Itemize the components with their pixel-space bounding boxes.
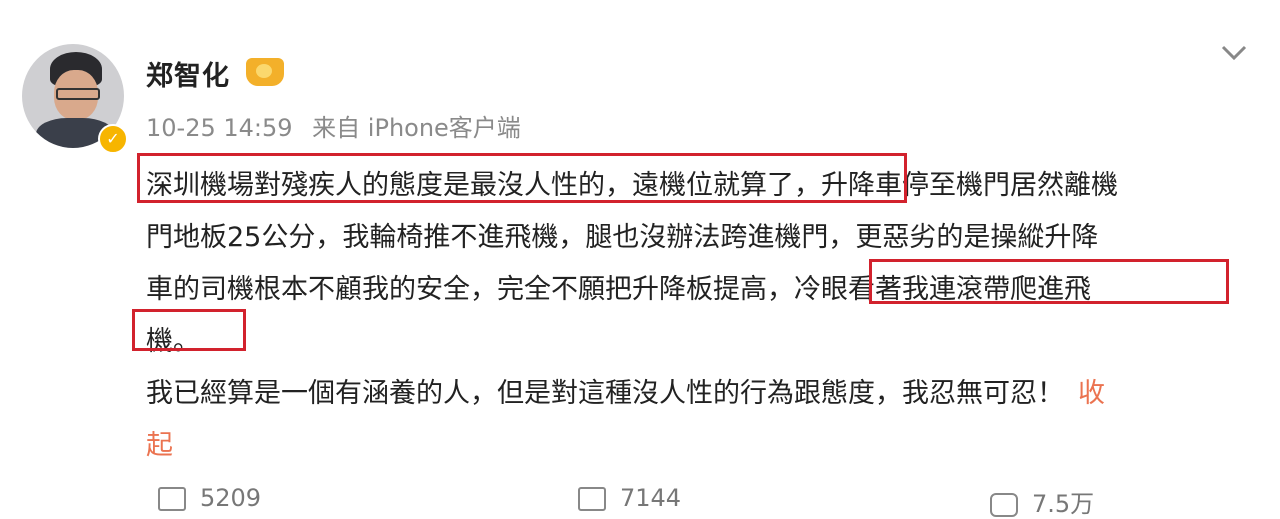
like-button[interactable]: 7.5万 [990, 484, 1094, 519]
verified-badge-icon: ✓ [98, 124, 128, 154]
crown-icon[interactable] [246, 58, 284, 86]
collapse-link[interactable]: 收 [1078, 378, 1105, 409]
post-meta: 10-25 14:59 来自 iPhone客户端 [146, 108, 521, 143]
comment-count: 7144 [620, 484, 682, 512]
repost-button[interactable]: 5209 [158, 484, 261, 512]
repost-count: 5209 [200, 484, 262, 512]
post-line-2: 門地板25公分，我輪椅推不進飛機，腿也沒辦法跨進機門，更惡劣的是操縱升降 [146, 222, 1099, 253]
post-time[interactable]: 10-25 14:59 [146, 114, 293, 142]
thumbs-up-icon [990, 493, 1018, 517]
comment-button[interactable]: 7144 [578, 484, 681, 512]
highlight-box-1 [137, 153, 907, 203]
weibo-post-card: ✓ 郑智化 10-25 14:59 来自 iPhone客户端 深圳機場對殘疾人的… [0, 0, 1280, 518]
chevron-down-icon[interactable] [1220, 40, 1248, 61]
highlight-box-2 [869, 259, 1229, 304]
action-bar: 5209 7144 7.5万 [0, 484, 1280, 518]
post-source: 来自 iPhone客户端 [312, 114, 521, 142]
highlight-box-3 [132, 309, 246, 351]
collapse-link-continued[interactable]: 起 [146, 420, 173, 472]
post-line-5-text: 我已經算是一個有涵養的人，但是對這種沒人性的行為跟態度，我忍無可忍！ [146, 378, 1064, 409]
collapse-link-part2[interactable]: 起 [146, 430, 173, 461]
avatar-glasses [56, 88, 100, 100]
like-count: 7.5万 [1032, 490, 1095, 518]
author-name[interactable]: 郑智化 [146, 54, 230, 93]
post-line-5: 我已經算是一個有涵養的人，但是對這種沒人性的行為跟態度，我忍無可忍！ 收 [146, 368, 1105, 420]
comment-icon [578, 487, 606, 511]
repost-icon [158, 487, 186, 511]
